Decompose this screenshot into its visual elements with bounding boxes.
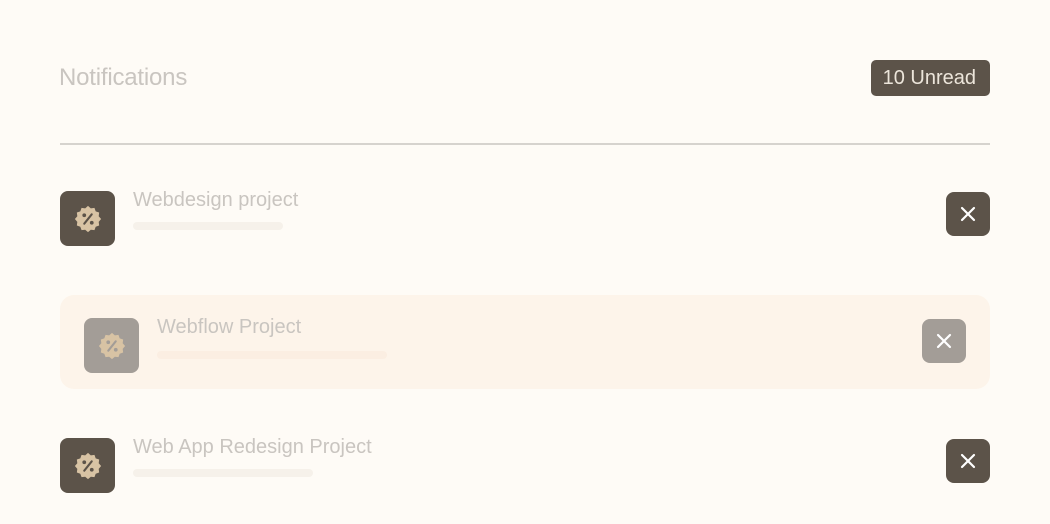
notification-item[interactable]: Webdesign project — [60, 180, 990, 260]
unread-badge: 10 Unread — [870, 60, 990, 96]
notification-title: Webflow Project — [157, 316, 302, 338]
notification-item[interactable]: Webflow Project — [60, 295, 990, 389]
discount-badge-icon — [84, 318, 139, 373]
notification-subtitle-placeholder — [133, 222, 283, 230]
notification-title: Webdesign project — [133, 189, 299, 211]
discount-badge-icon — [60, 438, 115, 493]
notification-title: Web App Redesign Project — [133, 436, 372, 458]
notification-subtitle-placeholder — [133, 469, 313, 477]
page-title: Notifications — [59, 64, 188, 91]
divider — [60, 143, 990, 145]
notification-item[interactable]: Web App Redesign Project — [60, 427, 990, 507]
close-icon — [936, 333, 952, 349]
close-icon — [960, 453, 976, 469]
close-button[interactable] — [922, 319, 966, 363]
notification-subtitle-placeholder — [157, 351, 387, 359]
discount-badge-icon — [60, 191, 115, 246]
close-icon — [960, 206, 976, 222]
close-button[interactable] — [946, 192, 990, 236]
close-button[interactable] — [946, 439, 990, 483]
notifications-header: Notifications 10 Unread — [59, 60, 990, 96]
